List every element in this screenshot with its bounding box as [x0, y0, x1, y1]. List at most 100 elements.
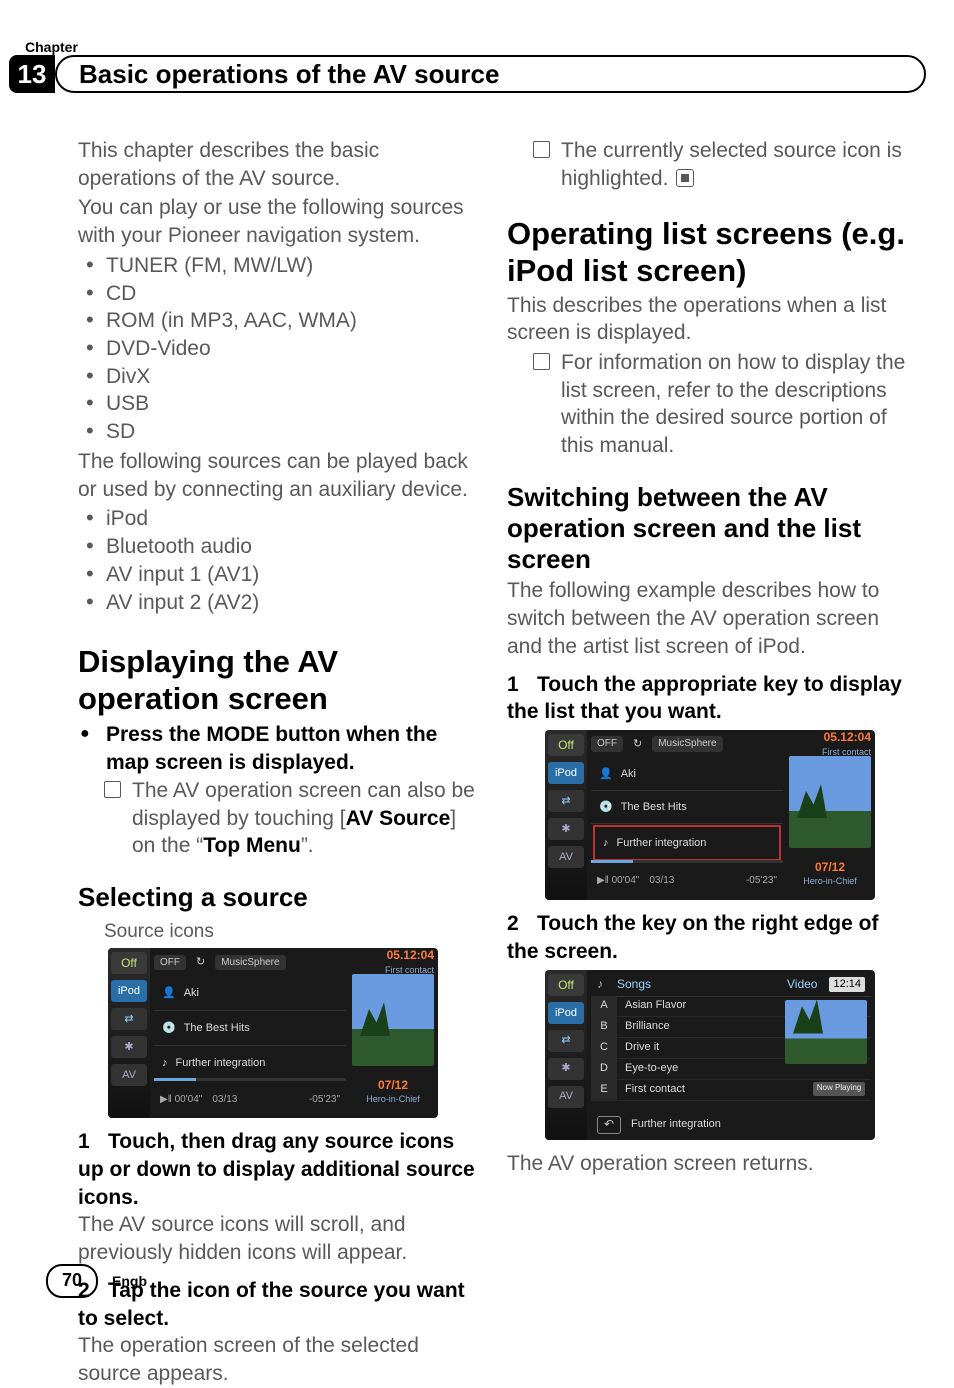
- off-button: Off: [111, 952, 147, 974]
- back-icon: ↶: [597, 1116, 621, 1134]
- list-item: AV input 1 (AV1): [78, 561, 477, 589]
- list-item: USB: [78, 390, 477, 418]
- off-button: Off: [548, 974, 584, 996]
- figure-list-screen: Off iPod ⇄ ✱ AV ♪ Songs Video 12:14 AAsi…: [545, 970, 875, 1140]
- now-playing-badge: Now Playing: [813, 1082, 865, 1096]
- note-list: The AV operation screen can also be disp…: [78, 777, 477, 860]
- thumbnail-image: [352, 974, 434, 1066]
- loop-icon: ↻: [633, 737, 642, 752]
- clock-time: 05.12:04: [824, 730, 871, 745]
- bottom-right-counter: 07/12 Hero-in-Chief: [352, 1078, 434, 1114]
- track-row: 👤Aki: [154, 976, 346, 1011]
- video-label: Video: [787, 977, 817, 993]
- note-item: The currently selected source icon is hi…: [507, 137, 906, 192]
- page-footer: 70 Engb: [46, 1264, 147, 1298]
- lang-code: Engb: [112, 1272, 147, 1290]
- chapter-label: Chapter: [25, 38, 78, 56]
- intro-paragraph-3: The following sources can be played back…: [78, 448, 477, 503]
- heading-operating-list: Operating list screens (e.g. iPod list s…: [507, 216, 906, 289]
- list-item: SD: [78, 418, 477, 446]
- clock-time: 05.12:04: [387, 948, 434, 963]
- list-header: ♪ Songs Video 12:14: [591, 974, 871, 997]
- note-icon: [533, 353, 550, 370]
- list-item: AV input 2 (AV2): [78, 589, 477, 617]
- off-button: Off: [548, 734, 584, 756]
- note-text: The AV operation screen can also be disp…: [132, 779, 475, 857]
- p-return: The AV operation screen returns.: [507, 1150, 906, 1178]
- songs-label: Songs: [617, 977, 651, 993]
- figure-sidebar: Off iPod ⇄ ✱ AV: [545, 730, 587, 900]
- sidebar-row-icon: ⇄: [548, 1030, 584, 1052]
- right-step-2: 2Touch the key on the right edge of the …: [507, 910, 906, 965]
- note-icon: [533, 141, 550, 158]
- list-item: ROM (in MP3, AAC, WMA): [78, 307, 477, 335]
- heading-displaying-av: Displaying the AV operation screen: [78, 644, 477, 717]
- figure-av-operation-1: Off iPod ⇄ ✱ AV OFF ↻ MusicSphere 05.12:…: [108, 948, 438, 1118]
- list-footer: ↶ Further integration: [591, 1114, 871, 1136]
- bottom-right-counter: 07/12 Hero-in-Chief: [789, 860, 871, 896]
- step-2-body: The operation screen of the selected sou…: [78, 1332, 477, 1387]
- caption-source-icons: Source icons: [104, 919, 477, 944]
- tag-off: OFF: [591, 736, 623, 751]
- heading-selecting-source: Selecting a source: [78, 882, 477, 913]
- sources-list-a: TUNER (FM, MW/LW) CD ROM (in MP3, AAC, W…: [78, 252, 477, 446]
- chapter-title: Basic operations of the AV source: [79, 57, 499, 91]
- right-step-1: 1Touch the appropriate key to display th…: [507, 671, 906, 726]
- list-item: iPod: [78, 505, 477, 533]
- sidebar-row-icon: ✱: [111, 1036, 147, 1058]
- tag-off: OFF: [154, 955, 186, 970]
- progress-bar: [154, 1078, 346, 1081]
- step-1-body: The AV source icons will scroll, and pre…: [78, 1211, 477, 1266]
- sidebar-row-icon: AV: [111, 1064, 147, 1086]
- progress-bar: [591, 860, 783, 863]
- p-desc: This describes the operations when a lis…: [507, 292, 906, 347]
- figure-av-operation-2: Off iPod ⇄ ✱ AV OFF ↻ MusicSphere 05.12:…: [545, 730, 875, 900]
- music-note-icon: ♪: [597, 977, 603, 993]
- track-row-highlighted: ♪Further integration: [593, 825, 781, 861]
- clock-label: 12:14: [829, 977, 865, 992]
- step-1: 1Touch, then drag any source icons up or…: [78, 1128, 477, 1211]
- figure-pane: 👤Aki 💿The Best Hits ♪Further integration: [154, 976, 346, 1080]
- chapter-number: 13: [9, 55, 55, 93]
- thumbnail-image: [785, 1000, 867, 1064]
- thumbnail-image: [789, 756, 871, 848]
- figure-sidebar: Off iPod ⇄ ✱ AV: [545, 970, 587, 1140]
- figure-bottom-bar: ▶ǁ 00'04" 03/13 -05'23": [591, 866, 783, 896]
- heading-switching: Switching between the AV operation scree…: [507, 482, 906, 576]
- note-list-right: The currently selected source icon is hi…: [507, 137, 906, 192]
- end-stop-icon: [676, 169, 694, 187]
- track-row: 💿The Best Hits: [591, 791, 783, 824]
- note-text: For information on how to display the li…: [561, 351, 905, 457]
- page-number: 70: [46, 1264, 98, 1298]
- p-switch: The following example describes how to s…: [507, 577, 906, 660]
- sidebar-row-icon: ⇄: [548, 790, 584, 812]
- sidebar-row-icon: ✱: [548, 1058, 584, 1080]
- footer-item: Further integration: [631, 1117, 721, 1132]
- list-item: CD: [78, 280, 477, 308]
- loop-icon: ↻: [196, 955, 205, 970]
- right-column: The currently selected source icon is hi…: [507, 137, 906, 1232]
- list-item: TUNER (FM, MW/LW): [78, 252, 477, 280]
- note-icon: [104, 781, 121, 798]
- sources-list-b: iPod Bluetooth audio AV input 1 (AV1) AV…: [78, 505, 477, 616]
- sidebar-row-icon: AV: [548, 1086, 584, 1108]
- step-press-mode: Press the MODE button when the map scree…: [78, 721, 477, 776]
- track-row: ♪Further integration: [154, 1046, 346, 1080]
- note-item: The AV operation screen can also be disp…: [78, 777, 477, 860]
- ipod-button: iPod: [548, 762, 584, 784]
- note-list-ref: For information on how to display the li…: [507, 349, 906, 460]
- ipod-button: iPod: [548, 1002, 584, 1024]
- chapter-title-capsule: Basic operations of the AV source: [55, 55, 926, 93]
- intro-paragraph-1: This chapter describes the basic operati…: [78, 137, 477, 192]
- intro-paragraph-2: You can play or use the following source…: [78, 194, 477, 249]
- sidebar-row-icon: ✱: [548, 818, 584, 840]
- figure-bottom-bar: ▶ǁ 00'04" 03/13 -05'23": [154, 1084, 346, 1114]
- sidebar-row-icon: ⇄: [111, 1008, 147, 1030]
- figure-pane: 👤Aki 💿The Best Hits ♪Further integration: [591, 758, 783, 862]
- tag-musicsphere: MusicSphere: [215, 955, 285, 970]
- list-item: DVD-Video: [78, 335, 477, 363]
- figure-topbar: OFF ↻ MusicSphere 05.12:04 First contact: [591, 734, 871, 754]
- figure-topbar: OFF ↻ MusicSphere 05.12:04 First contact: [154, 952, 434, 972]
- note-item: For information on how to display the li…: [507, 349, 906, 460]
- left-column: This chapter describes the basic operati…: [78, 137, 477, 1232]
